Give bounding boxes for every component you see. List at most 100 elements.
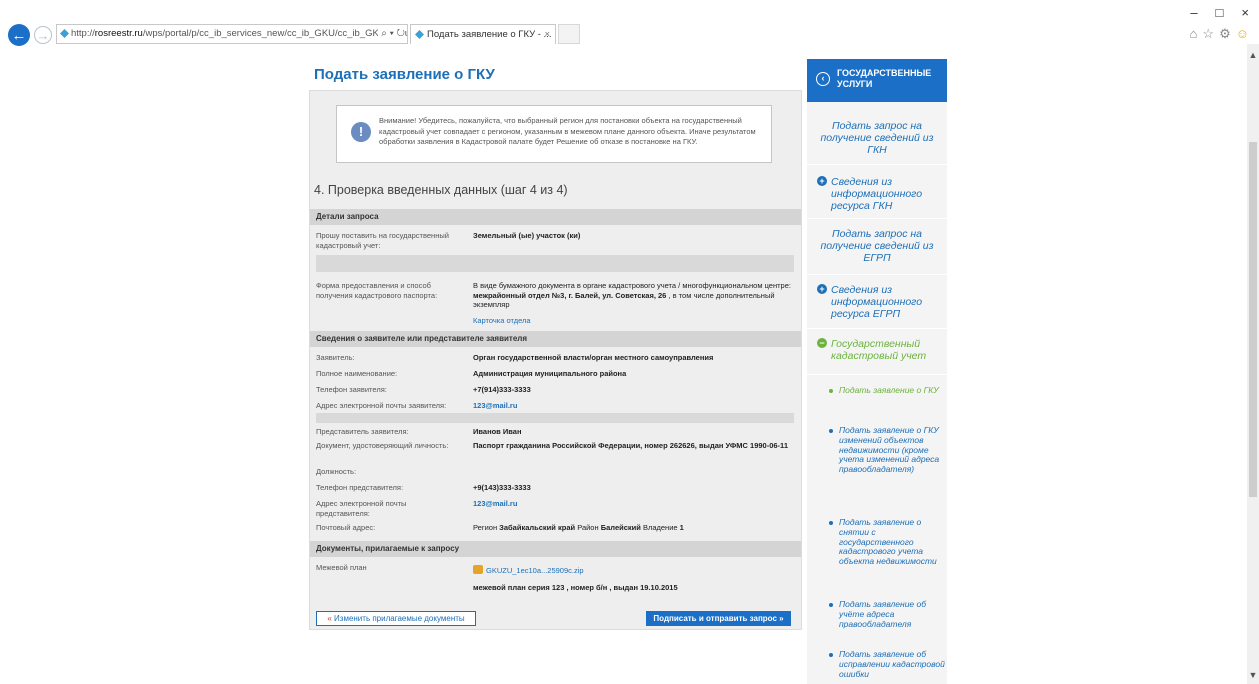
collapse-minus-icon: − <box>817 338 827 348</box>
applicant-label: Заявитель: <box>316 353 355 362</box>
sidebar-subitem-label: Подать заявление о снятии с государствен… <box>839 517 937 567</box>
postal-label: Почтовый адрес: <box>316 523 376 532</box>
postal-part: Район <box>575 523 601 532</box>
position-label: Должность: <box>316 467 357 476</box>
site-favicon-icon <box>60 29 69 38</box>
maximize-icon[interactable]: □ <box>1216 5 1224 20</box>
forward-button[interactable]: → <box>34 26 52 44</box>
page-title: Подать заявление о ГКУ <box>314 66 495 83</box>
form-value-part: В виде бумажного документа в органе када… <box>473 281 791 290</box>
sidebar-header-title: ГОСУДАРСТВЕННЫЕ УСЛУГИ <box>837 68 932 89</box>
sidebar-subitem-label: Подать заявление о ГКУ <box>839 385 939 395</box>
card-link[interactable]: Карточка отдела <box>473 316 793 326</box>
change-documents-button[interactable]: « Изменить прилагаемые документы <box>316 611 476 626</box>
page-scrollbar[interactable]: ▲ ▼ <box>1247 44 1259 684</box>
section-header-request: Детали запроса <box>310 209 801 225</box>
bullet-icon <box>829 521 833 525</box>
sidebar-nav: Подать запрос на получение сведений из Г… <box>807 102 947 684</box>
scroll-up-arrow-icon[interactable]: ▲ <box>1247 50 1259 60</box>
bullet-icon <box>829 603 833 607</box>
applicant-email-label: Адрес электронной почты заявителя: <box>316 401 447 410</box>
warning-box: ! Внимание! Убедитесь, пожалуйста, что в… <box>336 105 772 163</box>
sidebar-item-label: Государственный кадастровый учет <box>831 338 927 362</box>
rep-value: Иванов Иван <box>473 427 522 436</box>
sidebar-header[interactable]: ‹ ГОСУДАРСТВЕННЫЕ УСЛУГИ <box>807 59 947 102</box>
rep-email-label: Адрес электронной почты представителя: <box>316 499 407 518</box>
sidebar-item-label: Сведения из информационного ресурса ЕГРП <box>831 284 923 320</box>
docs-description: межевой план серия 123 , номер б/н , выд… <box>473 583 678 592</box>
postal-number: 1 <box>679 523 684 532</box>
sidebar-subitem-label: Подать заявление об исправлении кадастро… <box>839 649 945 679</box>
form-label: Форма предоставления и способ получения … <box>316 281 438 300</box>
url-path: /wps/portal/p/cc_ib_services_new/cc_ib_G… <box>142 28 407 39</box>
sidebar-subitem-label: Подать заявление об учёте адреса правооб… <box>839 599 927 629</box>
new-tab-button[interactable] <box>558 24 580 44</box>
rep-email-value[interactable]: 123@mail.ru <box>473 499 793 509</box>
minimize-icon[interactable]: – <box>1190 5 1197 20</box>
postal-part: Владение <box>640 523 680 532</box>
postal-district: Балейский <box>600 523 641 532</box>
favorites-star-icon[interactable]: ☆ <box>1202 26 1214 42</box>
url-domain: rosreestr.ru <box>94 28 143 39</box>
back-button[interactable]: ← <box>8 24 30 46</box>
scroll-thumb[interactable] <box>1249 142 1257 497</box>
bullet-icon <box>829 429 833 433</box>
rep-phone-label: Телефон представителя: <box>316 483 404 492</box>
close-window-icon[interactable]: × <box>1241 5 1249 20</box>
sidebar-item-cadastral[interactable]: − Государственный кадастровый учет <box>807 338 947 362</box>
tab-favicon-icon <box>415 30 424 39</box>
feedback-smiley-icon[interactable]: ☺ <box>1236 26 1249 42</box>
sidebar-divider <box>807 164 947 165</box>
bullet-icon <box>829 653 833 657</box>
page-content: Подать заявление о ГКУ ! Внимание! Убеди… <box>0 44 1247 684</box>
sidebar-item-info-gkn[interactable]: + Сведения из информационного ресурса ГКН <box>807 176 947 212</box>
address-bar[interactable]: http://rosreestr.ru/wps/portal/p/cc_ib_s… <box>56 24 408 44</box>
sidebar-item-request-gkn[interactable]: Подать запрос на получение сведений из Г… <box>807 120 947 156</box>
browser-toolbar: ← → http://rosreestr.ru/wps/portal/p/cc_… <box>0 0 1259 46</box>
rep-label: Представитель заявителя: <box>316 427 409 436</box>
section-header-applicant: Сведения о заявителе или представителе з… <box>310 331 801 347</box>
home-icon[interactable]: ⌂ <box>1190 26 1198 42</box>
sign-and-send-button[interactable]: Подписать и отправить запрос » <box>646 611 791 626</box>
sidebar-subitem-label: Подать заявление о ГКУ изменений объекто… <box>839 425 940 475</box>
postal-part: Регион <box>473 523 500 532</box>
section-header-documents: Документы, прилагаемые к запросу <box>310 541 801 557</box>
expand-plus-icon: + <box>817 176 827 186</box>
docs-file-link[interactable]: GKUZU_1ec10a...25909c.zip <box>473 565 793 576</box>
back-arrow-icon: ← <box>11 26 27 44</box>
sidebar-item-request-egrp[interactable]: Подать запрос на получение сведений из Е… <box>807 228 947 264</box>
form-value: В виде бумажного документа в органе када… <box>473 281 793 310</box>
sidebar-subitem-changes[interactable]: Подать заявление о ГКУ изменений объекто… <box>807 425 947 475</box>
applicant-email-value[interactable]: 123@mail.ru <box>473 401 793 411</box>
browser-toolbar-icons: ⌂ ☆ ⚙ ☺ <box>1190 26 1249 42</box>
sidebar-divider <box>807 374 947 375</box>
sidebar-back-icon[interactable]: ‹ <box>816 72 830 86</box>
docs-file-name: GKUZU_1ec10a...25909c.zip <box>486 566 584 575</box>
applicant-phone-value: +7(914)333-3333 <box>473 385 531 394</box>
step-title: 4. Проверка введенных данных (шаг 4 из 4… <box>314 183 568 197</box>
sidebar-subitem-address[interactable]: Подать заявление об учёте адреса правооб… <box>807 599 947 629</box>
settings-gear-icon[interactable]: ⚙ <box>1219 26 1231 42</box>
rep-phone-value: +9(143)333-3333 <box>473 483 531 492</box>
window-controls: – □ × <box>1190 5 1249 20</box>
sidebar-subitem-gku[interactable]: Подать заявление о ГКУ <box>807 385 947 396</box>
zip-file-icon <box>473 565 483 574</box>
expand-plus-icon: + <box>817 284 827 294</box>
scroll-down-arrow-icon[interactable]: ▼ <box>1247 670 1259 680</box>
sidebar-item-info-egrp[interactable]: + Сведения из информационного ресурса ЕГР… <box>807 284 947 320</box>
forward-arrow-icon: → <box>36 27 50 43</box>
request-panel: ! Внимание! Убедитесь, пожалуйста, что в… <box>309 90 802 630</box>
sidebar-subitem-removal[interactable]: Подать заявление о снятии с государствен… <box>807 517 947 567</box>
tab-close-icon[interactable]: × <box>544 25 550 44</box>
warning-text: Внимание! Убедитесь, пожалуйста, что выб… <box>379 116 756 146</box>
address-tools[interactable]: ⌕ ▾ ↻ <box>378 25 405 43</box>
form-value-office: межрайонный отдел №3, г. Балей, ул. Сове… <box>473 290 667 300</box>
change-documents-label: Изменить прилагаемые документы <box>331 614 465 623</box>
sidebar-item-label: Сведения из информационного ресурса ГКН <box>831 176 923 212</box>
request-value: Земельный (ые) участок (ки) <box>473 231 581 240</box>
url-prefix: http:// <box>71 28 95 39</box>
request-label: Прошу поставить на государственный кадас… <box>316 231 449 250</box>
sidebar-subitem-error[interactable]: Подать заявление об исправлении кадастро… <box>807 649 947 679</box>
browser-tab[interactable]: Подать заявление о ГКУ - ... × <box>410 24 556 44</box>
id-doc-label: Документ, удостоверяющий личность: <box>316 441 449 450</box>
